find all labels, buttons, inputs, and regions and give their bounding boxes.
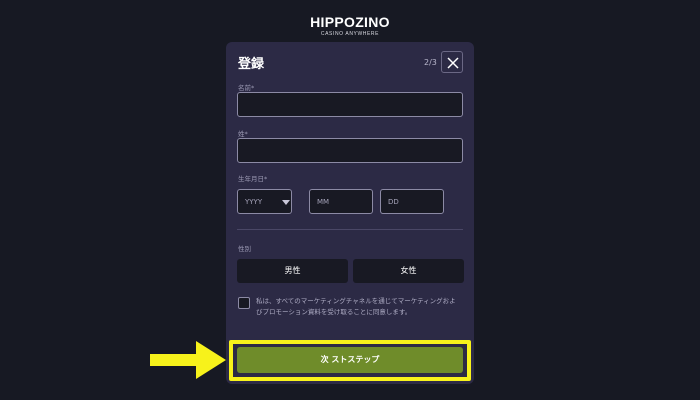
section-divider	[237, 229, 463, 230]
birth-month-field[interactable]: MM	[309, 189, 373, 214]
close-icon	[447, 57, 459, 69]
logo-tagline: CASINO ANYWHERE	[320, 31, 380, 37]
close-button[interactable]	[441, 51, 463, 73]
birth-month-placeholder: MM	[317, 198, 330, 206]
birth-year-placeholder: YYYY	[245, 198, 263, 206]
chevron-down-icon	[282, 200, 290, 205]
arrow-right-icon	[150, 341, 226, 379]
birth-date-label: 生年月日*	[238, 175, 268, 183]
modal-title: 登録	[238, 57, 265, 72]
screen: HIPPOZINO CASINO ANYWHERE 登録 2/3 名前* 姓* …	[0, 0, 700, 400]
first-name-field[interactable]	[237, 92, 463, 117]
gender-female-button[interactable]: 女性	[353, 259, 464, 283]
last-name-label: 姓*	[238, 130, 248, 138]
birth-year-dropdown-toggle[interactable]	[280, 189, 292, 214]
step-indicator: 2/3	[424, 58, 437, 67]
first-name-label: 名前*	[238, 84, 255, 92]
birth-day-placeholder: DD	[388, 198, 399, 206]
birth-day-field[interactable]: DD	[380, 189, 444, 214]
birth-year-select[interactable]: YYYY	[237, 189, 281, 214]
next-step-button[interactable]: 次 ストステップ	[237, 347, 463, 373]
last-name-field[interactable]	[237, 138, 463, 163]
gender-label: 性別	[238, 245, 251, 253]
gender-male-button[interactable]: 男性	[237, 259, 348, 283]
marketing-consent-text: 私は、すべてのマーケティングチャネルを通じてマーケティングおよびプロモーション資…	[256, 297, 456, 316]
logo-text: HIPPOZINO	[310, 14, 390, 30]
marketing-consent-checkbox[interactable]	[238, 297, 250, 309]
hippozino-logo[interactable]: HIPPOZINO CASINO ANYWHERE	[290, 12, 410, 38]
registration-modal: 登録 2/3 名前* 姓* 生年月日* YYYY MM DD 性別 男性 女性 …	[226, 42, 474, 384]
